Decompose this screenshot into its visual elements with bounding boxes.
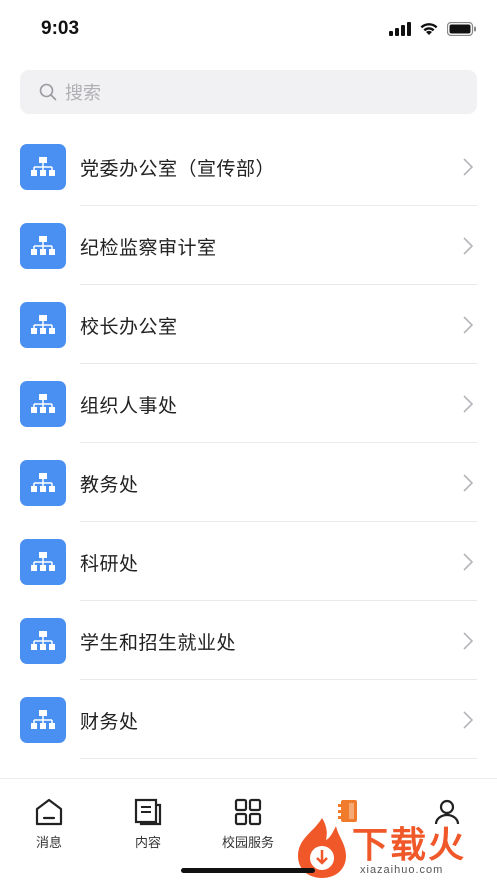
list-item[interactable]: 学生和招生就业处 [0, 601, 497, 680]
list-item-label: 校长办公室 [80, 316, 178, 338]
org-chart-icon [20, 302, 66, 348]
org-chart-icon [20, 144, 66, 190]
list-item[interactable]: 校长办公室 [0, 285, 497, 364]
chevron-right-icon [463, 316, 473, 334]
status-time: 9:03 [41, 18, 80, 39]
search-placeholder: 搜索 [65, 83, 101, 104]
tab-messages[interactable]: 消息 [9, 797, 89, 851]
list-item-label: 组织人事处 [80, 395, 178, 417]
list-item[interactable]: 财务处 [0, 680, 497, 759]
status-icons [389, 21, 477, 36]
tab-label: 校园服务 [221, 836, 274, 851]
search-icon [39, 83, 57, 101]
chevron-right-icon [463, 553, 473, 571]
status-bar: 9:03 [0, 0, 497, 60]
list-item-label: 科研处 [80, 553, 139, 575]
department-list: 党委办公室（宣传部） 纪检监察审计室 校长办公室 组织人事处 教务处 科研处 学… [0, 127, 497, 759]
signal-icon [389, 21, 411, 36]
wifi-icon [420, 23, 438, 35]
home-indicator [181, 868, 315, 873]
battery-icon [447, 21, 476, 36]
chevron-right-icon [463, 711, 473, 729]
grid-icon [234, 798, 262, 826]
org-chart-icon [20, 697, 66, 743]
document-icon [134, 798, 162, 826]
list-item[interactable]: 纪检监察审计室 [0, 206, 497, 285]
tab-label: 消息 [35, 836, 62, 851]
chevron-right-icon [463, 395, 473, 413]
chevron-right-icon [463, 237, 473, 255]
tab-content[interactable]: 内容 [108, 797, 188, 851]
list-item-label: 教务处 [80, 474, 139, 496]
org-chart-icon [20, 460, 66, 506]
watermark-url: xiazaihuo.com [360, 864, 444, 876]
watermark-text: 下载火 [352, 825, 467, 866]
tab-label: 内容 [134, 836, 161, 851]
list-item-label: 学生和招生就业处 [80, 632, 237, 654]
chevron-right-icon [463, 632, 473, 650]
search-input[interactable]: 搜索 [20, 70, 477, 114]
tab-campus-services[interactable]: 校园服务 [208, 797, 288, 851]
list-item[interactable]: 科研处 [0, 522, 497, 601]
chevron-right-icon [463, 474, 473, 492]
chevron-right-icon [463, 158, 473, 176]
list-item[interactable]: 组织人事处 [0, 364, 497, 443]
list-item[interactable]: 教务处 [0, 443, 497, 522]
org-chart-icon [20, 381, 66, 427]
home-icon [35, 798, 63, 826]
list-item-label: 党委办公室（宣传部） [80, 158, 276, 180]
org-chart-icon [20, 223, 66, 269]
watermark: 下载火 xiazaihuo.com [290, 812, 497, 883]
list-item-label: 财务处 [80, 711, 139, 733]
list-item[interactable]: 党委办公室（宣传部） [0, 127, 497, 206]
divider [80, 758, 477, 759]
org-chart-icon [20, 539, 66, 585]
list-item-label: 纪检监察审计室 [80, 237, 217, 259]
org-chart-icon [20, 618, 66, 664]
